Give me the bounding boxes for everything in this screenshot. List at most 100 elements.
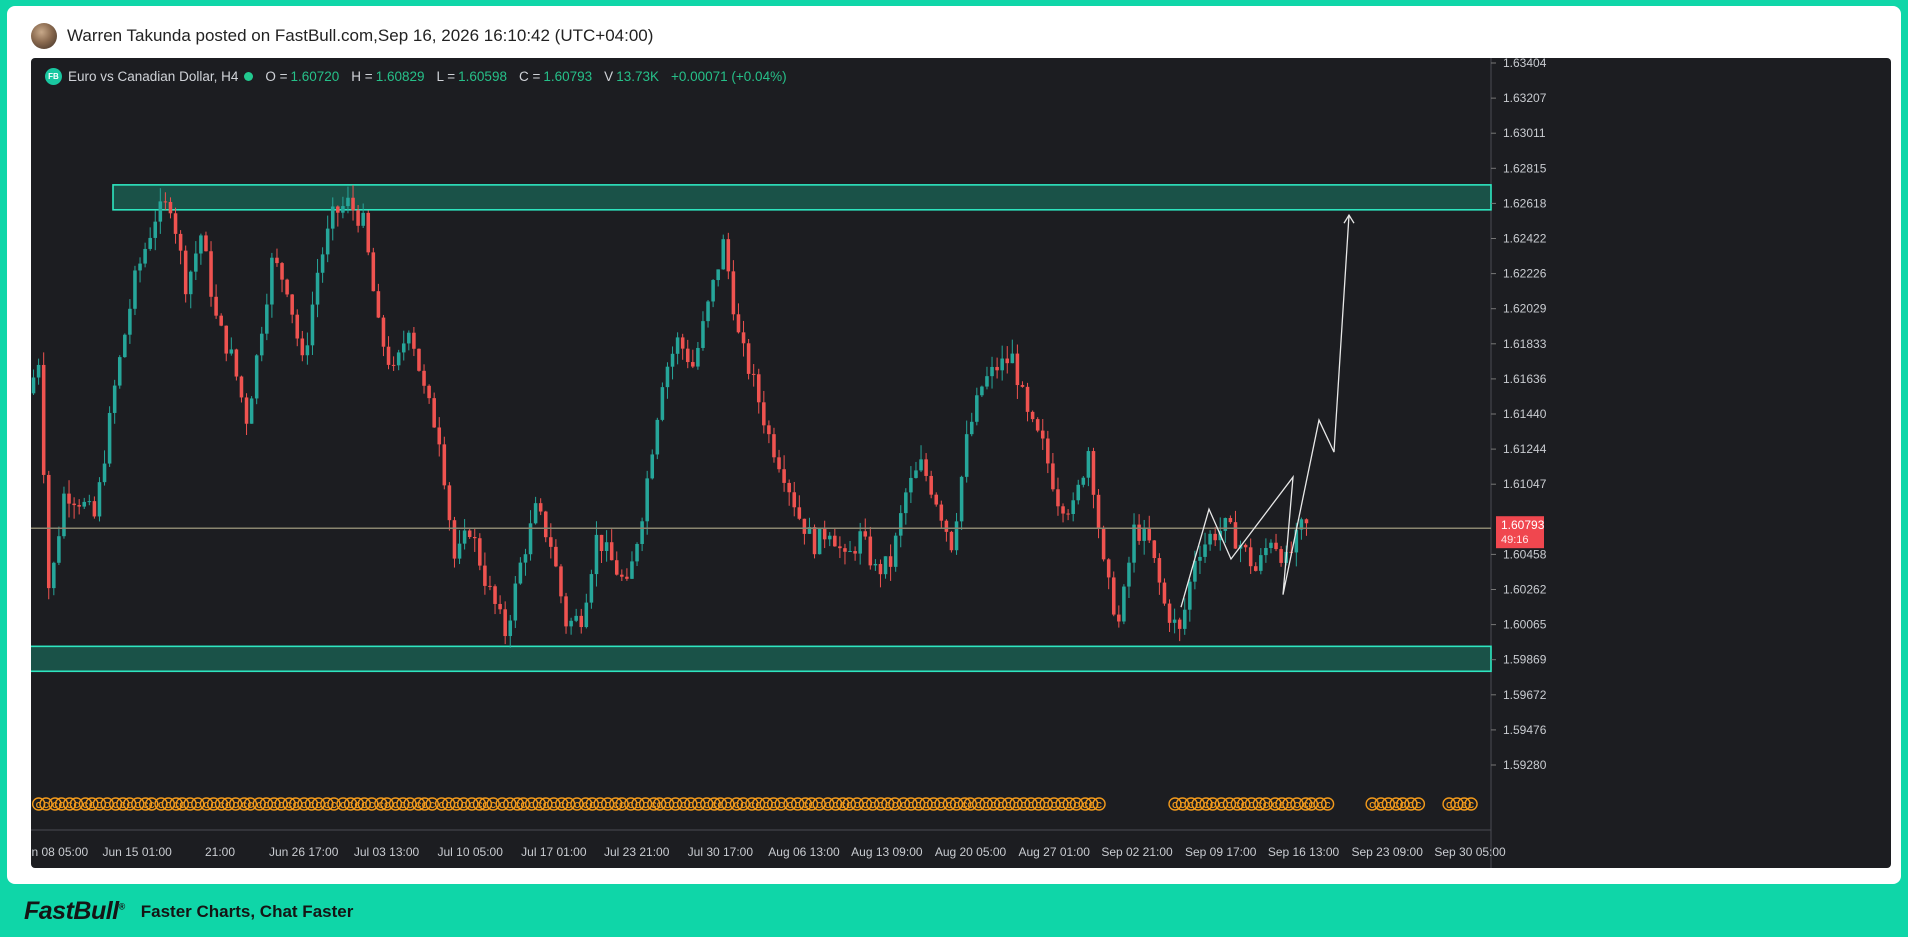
candle-body [300, 338, 305, 356]
candle-body [944, 520, 949, 532]
candle-body [508, 620, 513, 637]
candle-body [432, 398, 436, 428]
candle-body [1061, 506, 1065, 514]
countdown-label: 49:16 [1501, 534, 1529, 546]
event-marker-label: C [256, 801, 262, 810]
candle-body [924, 459, 928, 476]
footer-logo[interactable]: FastBull® [24, 897, 125, 926]
candle-body [1167, 603, 1172, 623]
candle-body [1228, 518, 1233, 523]
chart-canvas[interactable]: 1.63404 1.63207 1.63011 1.62815 1.62618 1.624… [31, 58, 1891, 868]
event-marker-label: C [74, 801, 80, 810]
event-marker-label: C [1074, 801, 1080, 810]
y-tick-label: 1.62029 [1503, 302, 1547, 316]
candle-body [949, 531, 954, 551]
candle-body [1117, 614, 1121, 622]
candle-body [604, 542, 609, 552]
candle-body [1182, 609, 1187, 629]
candle-body [1274, 542, 1278, 550]
y-tick-label: 1.61636 [1503, 372, 1547, 386]
event-marker-label: C [204, 801, 210, 810]
candle-body [229, 349, 234, 354]
post-timestamp: Sep 16, 2026 16:10:42 (UTC+04:00) [377, 26, 654, 45]
candle-body [929, 475, 933, 495]
live-status-icon [244, 72, 254, 81]
candle-body [107, 412, 112, 464]
candle-body [1213, 533, 1217, 541]
y-tick-label: 1.61440 [1503, 407, 1547, 421]
candle-body [87, 501, 92, 503]
post-author[interactable]: Warren Takunda posted on FastBull.com [67, 26, 373, 46]
event-marker-label: C [439, 801, 445, 810]
event-marker-label: C [1294, 801, 1300, 810]
event-marker-label: C [878, 801, 884, 810]
author-avatar[interactable] [31, 23, 57, 49]
candle-body [716, 269, 720, 281]
candle-body [701, 321, 705, 348]
x-tick-label: Jul 30 17:00 [688, 845, 754, 859]
candle-body [1096, 494, 1101, 529]
candle-body [691, 362, 695, 367]
legend-low: 1.60598 [458, 69, 507, 84]
candle-body [706, 301, 710, 322]
candle-body [1076, 484, 1081, 501]
y-tick-label: 1.62422 [1503, 232, 1547, 246]
candle-body [630, 561, 634, 579]
candle-body [102, 463, 107, 483]
candle-body [46, 474, 51, 589]
candle-body [589, 574, 594, 603]
price-chart[interactable]: 1.63404 1.63207 1.63011 1.62815 1.62618 1.624… [31, 58, 1891, 868]
candle-body [685, 348, 690, 363]
legend-close-label: C = [518, 69, 541, 84]
event-marker-label: C [271, 801, 277, 810]
event-marker-label: C [947, 801, 953, 810]
candle-body [442, 444, 447, 486]
event-marker-label: C [778, 801, 784, 810]
candle-body [204, 235, 208, 252]
candle-body [209, 251, 213, 297]
candle-body [827, 535, 832, 540]
candle-body [594, 534, 599, 575]
candle-body [67, 493, 71, 504]
candle-body [259, 333, 264, 356]
candle-body [472, 536, 477, 539]
candle-body [1157, 558, 1162, 583]
candle-body [82, 501, 87, 507]
candle-body [52, 562, 56, 589]
candle-body [802, 518, 807, 534]
candle-body [1101, 528, 1106, 560]
candle-body [1091, 451, 1096, 495]
candle-body [569, 620, 573, 627]
candle-body [41, 364, 46, 475]
candle-body [1056, 489, 1060, 507]
candle-body [893, 535, 898, 567]
candle-body [173, 213, 178, 234]
candle-body [1111, 577, 1116, 615]
candle-body [980, 386, 984, 396]
legend-volume-label: V [604, 69, 614, 84]
candle-body [1005, 358, 1010, 364]
candle-body [863, 531, 868, 537]
legend-open-label: O = [265, 69, 288, 84]
candle-body [1142, 529, 1146, 541]
candle-body [868, 536, 873, 566]
y-tick-label: 1.63207 [1503, 91, 1547, 105]
candle-body [726, 239, 731, 272]
candle-body [57, 536, 61, 563]
legend-symbol[interactable]: Euro vs Canadian Dollar, H4 [68, 69, 238, 84]
candle-body [97, 482, 102, 517]
candle-body [873, 563, 878, 566]
candle-body [954, 521, 959, 551]
candle-body [31, 377, 36, 394]
candle-body [1000, 358, 1004, 371]
y-tick-label: 1.61047 [1503, 477, 1547, 491]
legend-high: 1.60829 [375, 69, 425, 84]
event-marker-label: C [454, 801, 460, 810]
candle-body [138, 263, 142, 271]
event-marker-label: C [490, 801, 496, 810]
candle-body [995, 366, 999, 371]
y-tick-label: 1.63404 [1503, 58, 1547, 70]
candle-body [523, 554, 528, 563]
candle-body [163, 201, 168, 203]
candle-body [680, 337, 685, 349]
